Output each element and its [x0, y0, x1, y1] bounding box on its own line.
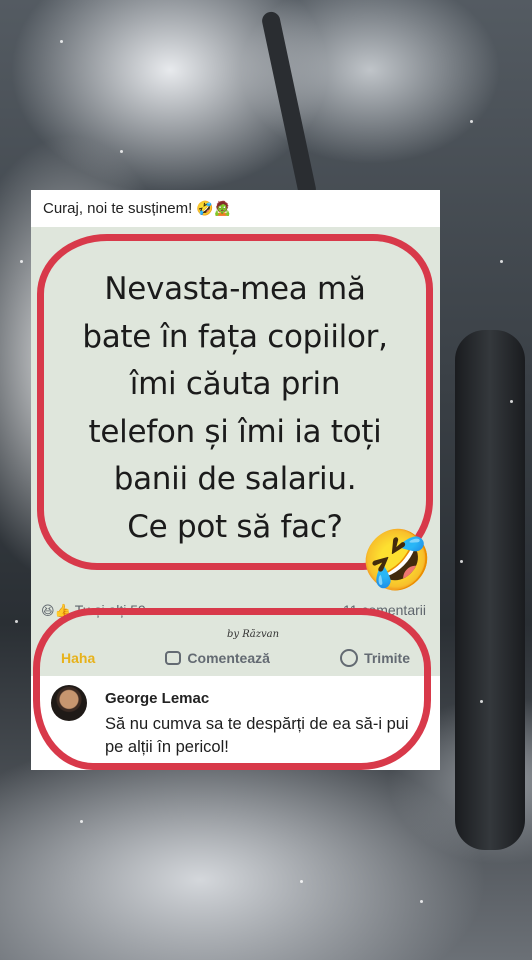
quote-line: îmi căuta prin	[129, 366, 341, 402]
quote-line: Nevasta-mea mă	[104, 271, 366, 307]
quote-text: Nevasta-mea mă bate în fața copiilor, îm…	[45, 266, 425, 551]
quote-line: telefon și îmi ia toți	[88, 413, 382, 450]
post-caption: Curaj, noi te susținem! 🤣🧟	[31, 190, 440, 227]
quote-line: banii de salariu.	[113, 461, 357, 497]
tree-trunk	[455, 330, 525, 850]
comment-text: Să nu cumva sa te despărți de ea să-i pu…	[105, 715, 409, 756]
avatar[interactable]	[51, 685, 87, 721]
facebook-post-screenshot: Curaj, noi te susținem! 🤣🧟 Nevasta-mea m…	[31, 190, 440, 770]
caption-text: Curaj, noi te susținem!	[43, 200, 193, 217]
caption-emoji-icon: 🤣🧟	[196, 200, 232, 216]
rolling-laughing-emoji-icon: 🤣	[360, 528, 434, 593]
quote-line: bate în fața copiilor,	[82, 318, 388, 355]
comment-author[interactable]: George Lemac	[105, 690, 209, 707]
